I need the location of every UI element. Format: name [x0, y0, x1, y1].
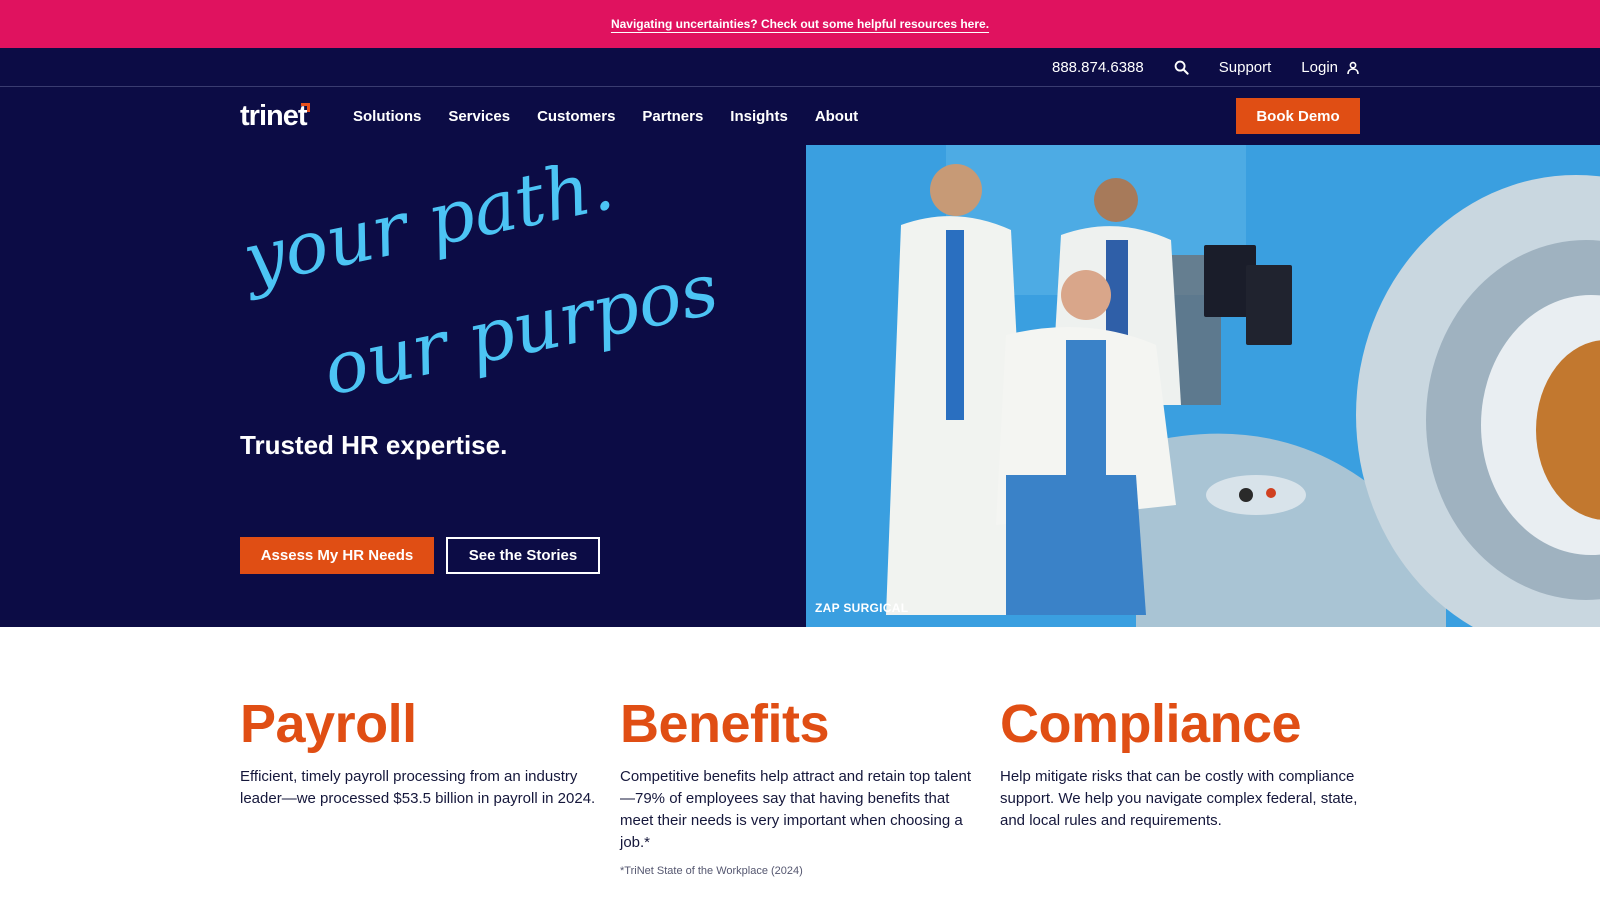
feature-title: Payroll	[240, 694, 417, 754]
feature-title: Benefits	[620, 694, 830, 754]
hero-photo: ZAP SURGICAL	[806, 145, 1600, 627]
nav-item-partners[interactable]: Partners	[642, 108, 703, 125]
feature-payroll: Payroll Efficient, timely payroll proces…	[240, 694, 602, 810]
nav-links: Solutions Services Customers Partners In…	[353, 87, 858, 145]
book-demo-button[interactable]: Book Demo	[1236, 98, 1360, 134]
photo-caption: ZAP SURGICAL	[815, 601, 909, 615]
nav-item-about[interactable]: About	[815, 108, 858, 125]
logo-mark	[300, 103, 310, 112]
feature-compliance: Compliance Help mitigate risks that can …	[1000, 694, 1362, 832]
hero-photo-illustration	[806, 145, 1600, 627]
assess-hr-needs-button[interactable]: Assess My HR Needs	[240, 537, 434, 574]
logo-text: trinet	[240, 99, 307, 132]
alert-resources-link[interactable]: Navigating uncertainties? Check out some…	[611, 17, 989, 31]
phone-number[interactable]: 888.874.6388	[1052, 59, 1144, 76]
hero-subtitle: Trusted HR expertise.	[240, 430, 508, 460]
nav-item-insights[interactable]: Insights	[730, 108, 788, 125]
nav-item-customers[interactable]: Customers	[537, 108, 615, 125]
feature-title: Compliance	[1000, 694, 1302, 754]
hero-section: your path. our purpose. Trusted HR exper…	[0, 142, 1600, 627]
trinet-logo[interactable]: trinet	[240, 99, 310, 132]
see-stories-button[interactable]: See the Stories	[446, 537, 600, 574]
feature-text: Efficient, timely payroll processing fro…	[240, 768, 596, 807]
support-link[interactable]: Support	[1219, 59, 1272, 76]
nav-item-solutions[interactable]: Solutions	[353, 108, 421, 125]
feature-text: Help mitigate risks that can be costly w…	[1000, 768, 1358, 829]
nav-item-services[interactable]: Services	[448, 108, 510, 125]
search-button[interactable]	[1174, 60, 1189, 75]
feature-text: Competitive benefits help attract and re…	[620, 768, 972, 851]
alert-banner: Navigating uncertainties? Check out some…	[0, 0, 1600, 48]
login-label: Login	[1301, 59, 1338, 76]
hero-script-headline: your path. our purpose.	[233, 142, 789, 415]
main-nav: trinet Solutions Services Customers Part…	[0, 87, 1600, 145]
feature-benefits: Benefits Competitive benefits help attra…	[620, 694, 982, 854]
login-link[interactable]: Login	[1301, 59, 1360, 76]
user-icon	[1347, 61, 1359, 74]
search-icon	[1174, 60, 1189, 75]
utility-bar: 888.874.6388 Support Login	[0, 48, 1600, 87]
benefits-footnote: *TriNet State of the Workplace (2024)	[620, 865, 803, 877]
